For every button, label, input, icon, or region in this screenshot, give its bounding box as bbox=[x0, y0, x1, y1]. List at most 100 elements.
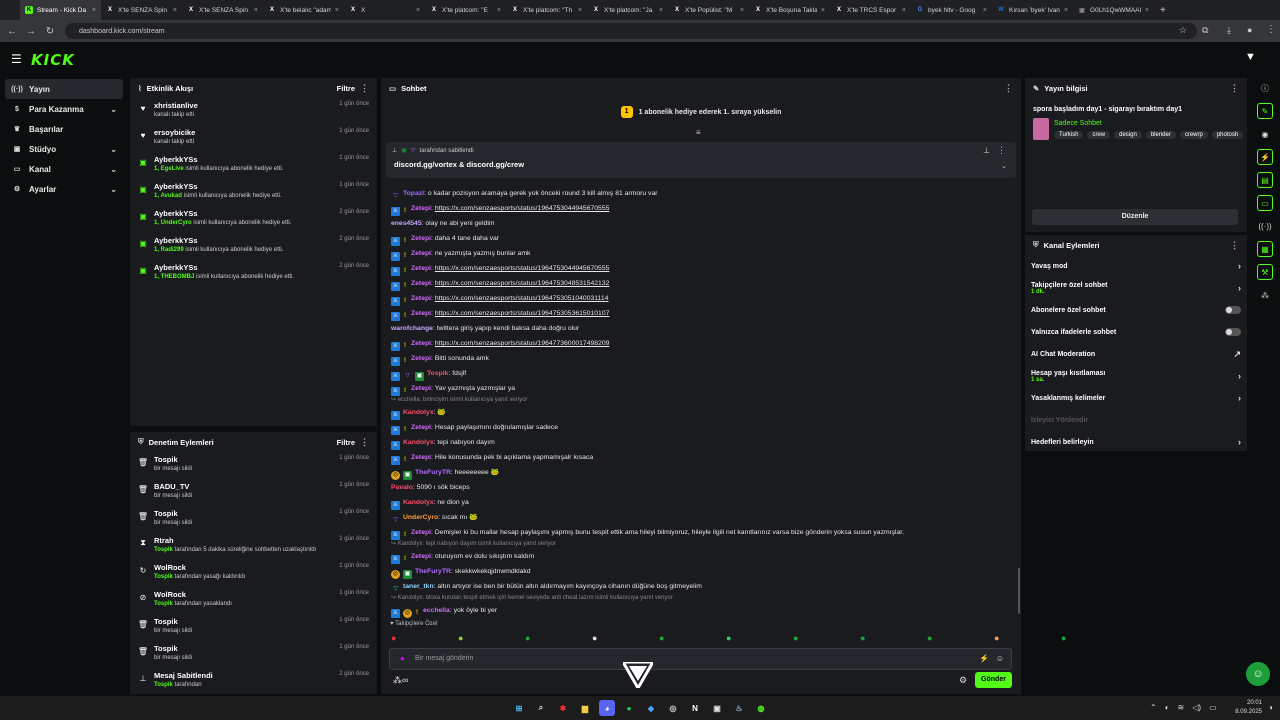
discord-icon[interactable]: ◕ bbox=[599, 700, 615, 716]
channel-action-item[interactable]: Hesap yaşı kısıtlaması 1 sa. › bbox=[1025, 365, 1247, 387]
nodes-icon[interactable]: ⁂ bbox=[1257, 287, 1273, 303]
profile-icon[interactable]: ● bbox=[1247, 25, 1252, 35]
chevron-down-icon[interactable]: ⌄ bbox=[1001, 162, 1007, 170]
chat-scrollbar[interactable] bbox=[1018, 568, 1020, 614]
browser-tab[interactable]: Gbyek hltv - Goog × bbox=[911, 0, 992, 20]
feed-detail-user[interactable]: Tospik bbox=[154, 547, 173, 553]
chat-link[interactable]: https://x.com/senzaesports/status/196475… bbox=[435, 295, 609, 302]
points-icon[interactable]: ⁂∞ bbox=[393, 675, 408, 686]
browser-tab[interactable]: ▣ G0Lh1QwWMAAI × bbox=[1073, 0, 1154, 20]
sub-goal-banner[interactable]: 1 1 abonelik hediye ederek 1. sıraya yük… bbox=[381, 100, 1021, 124]
feed-detail-user[interactable]: 1, EgeLive bbox=[154, 166, 184, 172]
chat-username[interactable]: Kandolyx bbox=[403, 499, 434, 506]
chevron-right-icon[interactable]: › bbox=[1238, 437, 1241, 447]
chrome-icon[interactable]: ◍ bbox=[753, 700, 769, 716]
chat-username[interactable]: Zetepi bbox=[411, 265, 431, 272]
sidebar-item-broadcast[interactable]: ((·)) Yayın bbox=[5, 79, 123, 99]
channel-action-item[interactable]: Takipçilere özel sohbet 1 dk. › bbox=[1025, 277, 1247, 299]
feed-username[interactable]: ersoybicike bbox=[154, 128, 333, 138]
battery-icon[interactable]: ▭ bbox=[1209, 703, 1217, 712]
tab-close-icon[interactable]: × bbox=[821, 7, 825, 14]
tab-close-icon[interactable]: × bbox=[983, 7, 987, 14]
feed-detail-user[interactable]: 1, Radi299 bbox=[154, 247, 184, 253]
chat-username[interactable]: Zetepi bbox=[411, 235, 431, 242]
tag-chip[interactable]: crew bbox=[1087, 131, 1111, 139]
chat-username[interactable]: warofchange bbox=[391, 325, 433, 332]
chat-input[interactable]: ● Bir mesaj gönderin ⚡ ☺ bbox=[389, 648, 1012, 670]
sidebar-item-studio[interactable]: ▣ Stüdyo ⌄ bbox=[5, 139, 123, 159]
chat-username[interactable]: Zetepi bbox=[411, 355, 431, 362]
bolt-icon[interactable]: ⚡ bbox=[1257, 149, 1273, 165]
chevron-right-icon[interactable]: › bbox=[1238, 283, 1241, 293]
chat-link[interactable]: https://x.com/senzaesports/status/196475… bbox=[435, 280, 610, 287]
chat-username[interactable]: Zetepi bbox=[411, 529, 431, 536]
document-icon[interactable]: ▤ bbox=[1257, 172, 1273, 188]
feed-username[interactable]: Mesaj Sabitlendi bbox=[154, 671, 333, 681]
collapse-icon[interactable]: ≡ bbox=[696, 128, 701, 137]
chat-username[interactable]: Pavalo bbox=[391, 484, 413, 491]
bookmark-star-icon[interactable]: ☆ bbox=[1179, 25, 1187, 36]
chat-username[interactable]: Zetepi bbox=[411, 295, 431, 302]
chat-username[interactable]: Zetepi bbox=[411, 205, 431, 212]
stream-info-more-icon[interactable]: ⋮ bbox=[1230, 83, 1239, 94]
tag-chip[interactable]: crewrp bbox=[1179, 131, 1208, 139]
toggle-switch[interactable] bbox=[1225, 306, 1241, 314]
external-link-icon[interactable]: ↗ bbox=[1233, 349, 1241, 360]
emote-icon[interactable]: ● bbox=[860, 633, 865, 643]
browser-tab[interactable]: X X'te platcom: "E × bbox=[425, 0, 506, 20]
feed-detail-user[interactable]: 1, Avukad bbox=[154, 193, 182, 199]
tag-chip[interactable]: photosh bbox=[1211, 131, 1244, 139]
windows-start-icon[interactable]: ⊞ bbox=[511, 700, 527, 716]
camera-icon[interactable]: ◉ bbox=[1257, 126, 1273, 142]
tab-close-icon[interactable]: × bbox=[173, 7, 177, 14]
emote-icon[interactable]: ● bbox=[1061, 633, 1066, 643]
sidebar-item-settings[interactable]: ⚙ Ayarlar ⌄ bbox=[5, 179, 123, 199]
app-icon[interactable]: ✱ bbox=[555, 700, 571, 716]
feed-username[interactable]: AyberkkYSs bbox=[154, 209, 333, 219]
unpin-icon[interactable]: ⊥ bbox=[983, 146, 990, 155]
emote-icon[interactable]: ● bbox=[726, 633, 731, 643]
sidebar-item-channel[interactable]: ▭ Kanal ⌄ bbox=[5, 159, 123, 179]
sidebar-item-trophy[interactable]: ♛ Başarılar bbox=[5, 119, 123, 139]
file-explorer-icon[interactable]: ▆ bbox=[577, 700, 593, 716]
emote-icon[interactable]: ● bbox=[525, 633, 530, 643]
wifi-icon[interactable]: ≋ bbox=[1178, 703, 1185, 712]
app-icon[interactable]: ▣ bbox=[709, 700, 725, 716]
feed-username[interactable]: Rtrah bbox=[154, 536, 333, 546]
clock[interactable]: 20:01 8.09.2025 bbox=[1232, 699, 1262, 717]
feed-username[interactable]: Tospik bbox=[154, 455, 333, 465]
tab-close-icon[interactable]: × bbox=[659, 7, 663, 14]
tag-chip[interactable]: Turkish bbox=[1054, 131, 1084, 139]
emote-icon[interactable]: ● bbox=[592, 633, 597, 643]
notification-icon[interactable]: ◑ bbox=[1268, 703, 1273, 712]
browser-tab[interactable]: X X × bbox=[344, 0, 425, 20]
forward-icon[interactable]: → bbox=[24, 26, 38, 37]
chat-username[interactable]: Kandolyx bbox=[403, 439, 434, 446]
chat-username[interactable]: Topazl bbox=[403, 190, 424, 197]
back-icon[interactable]: ← bbox=[5, 26, 19, 37]
tab-close-icon[interactable]: × bbox=[1145, 7, 1149, 14]
channel-action-item[interactable]: Yavaş mod › bbox=[1025, 255, 1247, 277]
feed-username[interactable]: Tospik bbox=[154, 509, 333, 519]
chat-settings-icon[interactable]: ⚙ bbox=[959, 675, 967, 686]
chat-username[interactable]: Kandolyx bbox=[403, 409, 434, 416]
tag-chip[interactable]: design bbox=[1114, 131, 1142, 139]
chat-username[interactable]: ecchella bbox=[423, 607, 450, 614]
tab-close-icon[interactable]: × bbox=[902, 7, 906, 14]
chat-link[interactable]: https://x.com/senzaesports/status/196475… bbox=[435, 310, 610, 317]
app-tray-icon[interactable]: ◐ bbox=[1165, 703, 1170, 712]
browser-tab[interactable]: X X'te belalıc "adam × bbox=[263, 0, 344, 20]
feed-detail-user[interactable]: 1, UnderCyro bbox=[154, 220, 192, 226]
chat-link[interactable]: https://x.com/senzaesports/status/196475… bbox=[435, 265, 610, 272]
pinned-more-icon[interactable]: ⋮ bbox=[997, 145, 1006, 156]
browser-tab[interactable]: K Stream - Kick Da × bbox=[20, 0, 101, 20]
chat-username[interactable]: Zetepi bbox=[411, 454, 431, 461]
notion-icon[interactable]: N bbox=[687, 700, 703, 716]
chevron-right-icon[interactable]: › bbox=[1238, 371, 1241, 381]
chat-icon[interactable]: ▭ bbox=[1257, 195, 1273, 211]
feed-username[interactable]: AyberkkYSs bbox=[154, 263, 333, 273]
moderation-filter-button[interactable]: Filtre bbox=[337, 438, 355, 447]
feed-detail-user[interactable]: 1, THEBOMBJ bbox=[154, 274, 194, 280]
chat-username[interactable]: Zetepi bbox=[411, 250, 431, 257]
chat-username[interactable]: Zetepi bbox=[411, 310, 431, 317]
